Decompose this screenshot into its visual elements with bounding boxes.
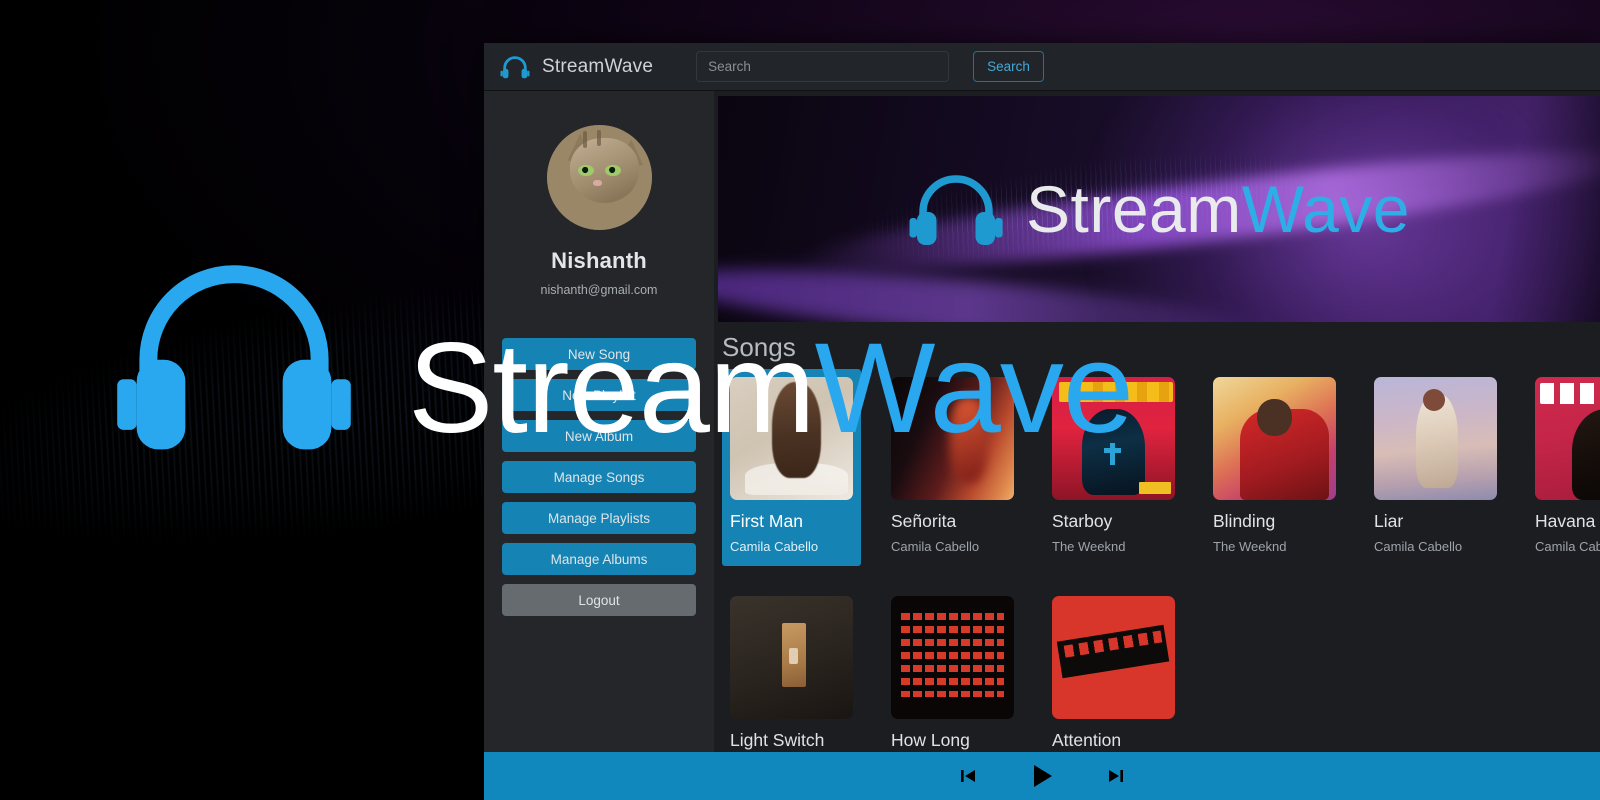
song-title: Señorita: [891, 511, 957, 531]
player-bar: [484, 752, 1600, 800]
song-card-attention[interactable]: Attention: [1044, 588, 1183, 763]
sidebar-item-manage-playlists[interactable]: Manage Playlists: [502, 502, 696, 534]
avatar: [546, 125, 652, 230]
banner-wordmark: StreamWave: [1026, 176, 1410, 242]
banner-word-stream: Stream: [1026, 172, 1242, 246]
brand-title: StreamWave: [542, 55, 654, 77]
search-button[interactable]: Search: [973, 51, 1044, 82]
album-art: [1213, 377, 1336, 500]
song-title: Light Switch: [730, 730, 825, 750]
brand[interactable]: StreamWave: [500, 53, 653, 81]
song-card-light-switch[interactable]: Light Switch: [722, 588, 861, 763]
song-artist: Camila Cabello: [891, 539, 980, 554]
sidebar-item-new-song[interactable]: New Song: [502, 338, 696, 370]
song-title: How Long: [891, 730, 970, 750]
user-email: nishanth@gmail.com: [540, 283, 658, 297]
banner-word-wave: Wave: [1241, 172, 1410, 246]
screenshot-root: StreamWave Search Nishanth: [0, 0, 1600, 800]
content-area: StreamWave Songs First Man Camila Cabell…: [714, 91, 1600, 800]
album-art: [1535, 377, 1600, 500]
album-art: [1052, 596, 1175, 719]
navbar: StreamWave Search: [484, 43, 1600, 91]
album-art: [1052, 377, 1175, 500]
sidebar-item-manage-songs[interactable]: Manage Songs: [502, 461, 696, 493]
user-name: Nishanth: [551, 248, 647, 273]
sidebar-actions: New Song New Playlist New Album Manage S…: [502, 338, 696, 616]
songs-row-2: Light Switch How Long Attention: [714, 588, 1600, 763]
sidebar-item-new-album[interactable]: New Album: [502, 420, 696, 452]
page-title: Songs: [722, 332, 796, 362]
song-card-senorita[interactable]: Señorita Camila Cabello: [883, 369, 1022, 566]
songs-row-1: First Man Camila Cabello Señorita Camila…: [714, 369, 1600, 566]
song-card-first-man[interactable]: First Man Camila Cabello: [722, 369, 861, 566]
previous-track-button[interactable]: [954, 762, 982, 790]
search-input[interactable]: [696, 51, 950, 82]
album-art: [891, 596, 1014, 719]
song-artist: Camila Cabello: [730, 539, 819, 554]
song-title: Attention: [1052, 730, 1122, 750]
headphones-icon: [908, 166, 1004, 252]
album-art: [730, 377, 853, 500]
song-card-how-long[interactable]: How Long: [883, 588, 1022, 763]
headphones-icon: [500, 53, 530, 81]
song-card-liar[interactable]: Liar Camila Cabello: [1366, 369, 1505, 566]
song-title: Liar: [1374, 511, 1404, 531]
sidebar-item-manage-albums[interactable]: Manage Albums: [502, 543, 696, 575]
hero-banner: StreamWave: [718, 96, 1600, 322]
logout-button[interactable]: Logout: [502, 584, 696, 616]
streamwave-app-window: StreamWave Search Nishanth: [484, 43, 1600, 800]
song-card-starboy[interactable]: Starboy The Weeknd: [1044, 369, 1183, 566]
song-artist: The Weeknd: [1213, 539, 1287, 554]
album-art: [1374, 377, 1497, 500]
song-artist: Camila Cabello: [1374, 539, 1463, 554]
sidebar-item-new-playlist[interactable]: New Playlist: [502, 379, 696, 411]
album-art: [891, 377, 1014, 500]
next-track-button[interactable]: [1102, 762, 1130, 790]
album-art: [730, 596, 853, 719]
banner-logo: StreamWave: [908, 166, 1410, 252]
play-button[interactable]: [1024, 758, 1060, 794]
song-card-blinding[interactable]: Blinding The Weeknd: [1205, 369, 1344, 566]
sidebar: Nishanth nishanth@gmail.com New Song New…: [484, 91, 714, 800]
song-artist: The Weeknd: [1052, 539, 1126, 554]
song-title: Blinding: [1213, 511, 1276, 531]
song-artist: Camila Cabello: [1535, 539, 1600, 554]
song-card-havana[interactable]: Havana Camila Cabello: [1527, 369, 1600, 566]
song-title: Havana: [1535, 511, 1596, 531]
song-title: First Man: [730, 511, 803, 531]
song-title: Starboy: [1052, 511, 1113, 531]
app-body: Nishanth nishanth@gmail.com New Song New…: [484, 91, 1600, 800]
